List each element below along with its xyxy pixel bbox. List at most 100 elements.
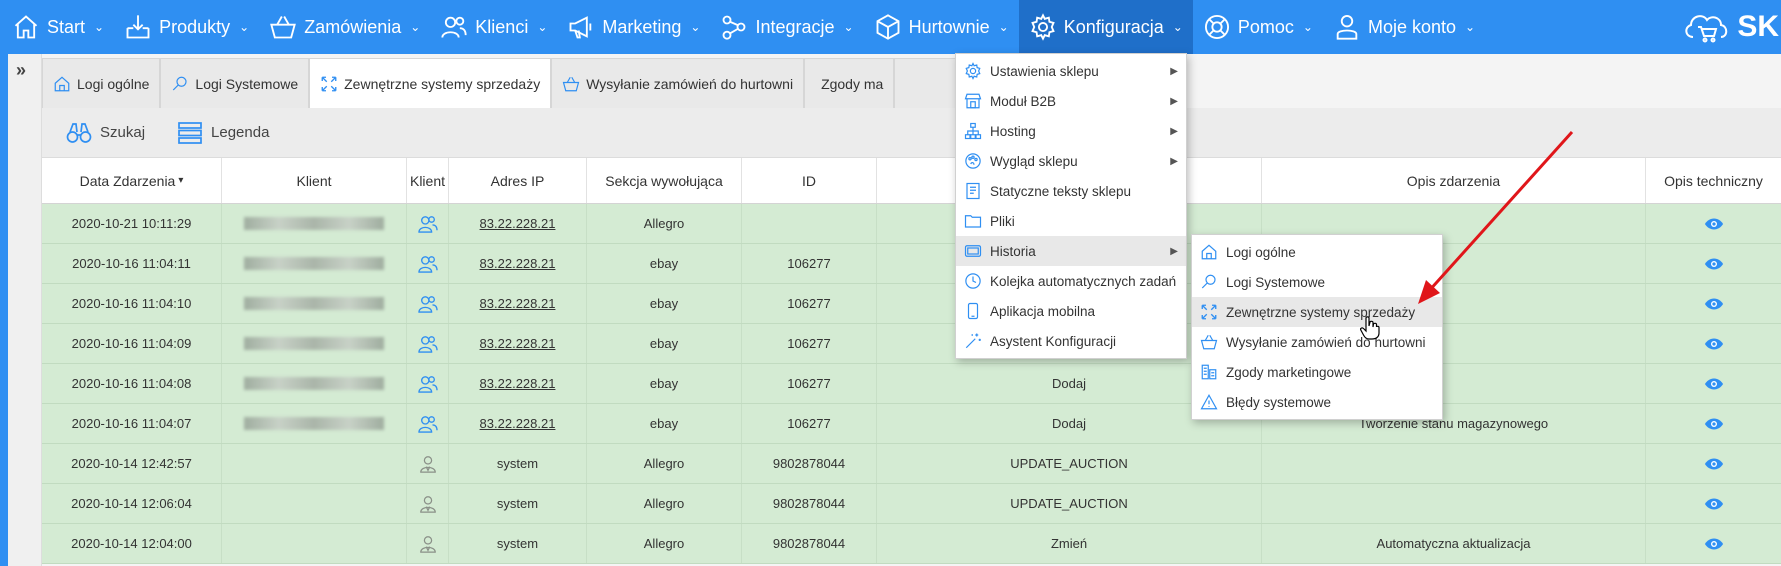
view-details-button[interactable] (1646, 244, 1781, 283)
cell-client-type[interactable] (407, 444, 449, 483)
brand-logo[interactable]: SK (1681, 0, 1781, 54)
search-button[interactable]: Szukaj (66, 121, 145, 145)
nav-produkty-label: Produkty (159, 16, 231, 37)
cell-ip: system (449, 484, 587, 523)
history-menu-item[interactable]: Błędy systemowe (1192, 387, 1442, 417)
cell-client-type[interactable] (407, 284, 449, 323)
config-menu-item[interactable]: Hosting ▶ (956, 116, 1186, 146)
table-header: Data Zdarzenia ▾ Klient Klient Adres IP S… (42, 158, 1781, 204)
history-menu-item[interactable]: Wysyłanie zamówień do hurtowni (1192, 327, 1442, 357)
table-row[interactable]: 2020-10-21 10:11:29 83.22.228.21 Allegro (42, 204, 1781, 244)
nav-konfiguracja-label: Konfiguracja (1063, 16, 1164, 37)
col-client[interactable]: Klient (222, 158, 407, 203)
basket-icon (270, 16, 297, 39)
menu-item-label: Wysyłanie zamówień do hurtowni (1226, 334, 1426, 350)
table-row[interactable]: 2020-10-16 11:04:08 83.22.228.21 ebay 10627… (42, 364, 1781, 404)
menu-item-label: Statyczne teksty sklepu (990, 183, 1132, 199)
expand-sidebar-icon[interactable]: » (16, 60, 26, 81)
cell-ip[interactable]: 83.22.228.21 (449, 204, 587, 243)
eye-icon (1704, 498, 1723, 509)
left-accent (0, 54, 8, 566)
cell-date: 2020-10-16 11:04:11 (42, 244, 222, 283)
cell-ip[interactable]: 83.22.228.21 (449, 284, 587, 323)
view-details-button[interactable] (1646, 404, 1781, 443)
menu-item-label: Pliki (990, 213, 1015, 229)
cell-client-type[interactable] (407, 524, 449, 563)
view-details-button[interactable] (1646, 204, 1781, 243)
nav-integracje[interactable]: Integracje ⌄ (710, 0, 863, 54)
config-menu-item[interactable]: Moduł B2B ▶ (956, 86, 1186, 116)
config-menu-item[interactable]: Ustawienia sklepu ▶ (956, 56, 1186, 86)
col-client-type[interactable]: Klient (407, 158, 449, 203)
cell-client-type[interactable] (407, 244, 449, 283)
cell-section: ebay (587, 364, 742, 403)
history-menu-item[interactable]: Zgody marketingowe (1192, 357, 1442, 387)
view-details-button[interactable] (1646, 324, 1781, 363)
nav-pomoc[interactable]: Pomoc ⌄ (1193, 0, 1323, 54)
menu-item-label: Historia (990, 243, 1036, 259)
hand-cursor-icon (1360, 316, 1380, 340)
table-row[interactable]: 2020-10-14 12:04:00 system Allegro 98028780… (42, 524, 1781, 564)
warning-icon (1200, 394, 1218, 410)
tab-logi-systemowe[interactable]: Logi Systemowe (160, 58, 310, 108)
cell-client-type[interactable] (407, 484, 449, 523)
config-menu-item[interactable]: Pliki (956, 206, 1186, 236)
table-row[interactable]: 2020-10-16 11:04:11 83.22.228.21 ebay 10627… (42, 244, 1781, 284)
history-menu-item[interactable]: Logi Systemowe (1192, 267, 1442, 297)
cell-ip[interactable]: 83.22.228.21 (449, 364, 587, 403)
config-menu-item[interactable]: Asystent Konfiguracji (956, 326, 1186, 356)
tab-zewnetrzne-systemy[interactable]: Zewnętrzne systemy sprzedaży (309, 58, 552, 108)
table-row[interactable]: 2020-10-16 11:04:10 83.22.228.21 ebay 10627… (42, 284, 1781, 324)
col-date[interactable]: Data Zdarzenia ▾ (42, 158, 222, 203)
table-row[interactable]: 2020-10-14 12:06:04 system Allegro 98028780… (42, 484, 1781, 524)
tab-logi-ogolne[interactable]: Logi ogólne (42, 58, 161, 108)
nav-hurtownie[interactable]: Hurtownie ⌄ (864, 0, 1019, 54)
cell-client-type[interactable] (407, 364, 449, 403)
cell-ip[interactable]: 83.22.228.21 (449, 244, 587, 283)
col-description[interactable]: Opis zdarzenia (1262, 158, 1646, 203)
cell-id: 106277 (742, 244, 877, 283)
col-tech[interactable]: Opis techniczny (1646, 158, 1781, 203)
nav-klienci[interactable]: Klienci ⌄ (430, 0, 557, 54)
settings-icon (965, 62, 981, 80)
client-user-icon (417, 295, 438, 313)
tab-zgody[interactable]: Zgody ma (804, 58, 895, 108)
table-row[interactable]: 2020-10-14 12:42:57 system Allegro 98028780… (42, 444, 1781, 484)
tab-wysylanie-zamowien[interactable]: Wysyłanie zamówień do hurtowni (551, 58, 805, 108)
cell-date: 2020-10-14 12:42:57 (42, 444, 222, 483)
col-id[interactable]: ID (742, 158, 877, 203)
config-menu-item[interactable]: Kolejka automatycznych zadań (956, 266, 1186, 296)
cell-client-type[interactable] (407, 204, 449, 243)
text-file-icon (966, 182, 980, 200)
view-details-button[interactable] (1646, 444, 1781, 483)
cell-client-type[interactable] (407, 404, 449, 443)
table-body: 2020-10-21 10:11:29 83.22.228.21 Allegro 20… (42, 204, 1781, 564)
view-details-button[interactable] (1646, 484, 1781, 523)
config-menu-item[interactable]: Statyczne teksty sklepu (956, 176, 1186, 206)
cell-ip[interactable]: 83.22.228.21 (449, 404, 587, 443)
nav-produkty[interactable]: Produkty ⌄ (114, 0, 259, 54)
nav-marketing[interactable]: Marketing ⌄ (557, 0, 710, 54)
cell-client-type[interactable] (407, 324, 449, 363)
view-details-button[interactable] (1646, 364, 1781, 403)
table-row[interactable]: 2020-10-16 11:04:07 83.22.228.21 ebay 10627… (42, 404, 1781, 444)
config-menu-item[interactable]: Wygląd sklepu ▶ (956, 146, 1186, 176)
config-menu-item[interactable]: Historia ▶ (956, 236, 1186, 266)
config-menu-item[interactable]: Aplikacja mobilna (956, 296, 1186, 326)
nav-start[interactable]: Start ⌄ (2, 0, 114, 54)
cell-description (1262, 444, 1646, 483)
col-ip[interactable]: Adres IP (449, 158, 587, 203)
nav-zamowienia[interactable]: Zamówienia ⌄ (259, 0, 430, 54)
history-menu-item[interactable]: Zewnętrzne systemy sprzedaży (1192, 297, 1442, 327)
cell-action: UPDATE_AUCTION (877, 444, 1262, 483)
table-row[interactable]: 2020-10-16 11:04:09 83.22.228.21 ebay 10627… (42, 324, 1781, 364)
view-details-button[interactable] (1646, 524, 1781, 563)
legend-button[interactable]: Legenda (177, 121, 269, 145)
view-details-button[interactable] (1646, 284, 1781, 323)
nav-konfiguracja[interactable]: Konfiguracja ⌄ (1018, 0, 1193, 54)
cell-ip[interactable]: 83.22.228.21 (449, 324, 587, 363)
history-menu-item[interactable]: Logi ogólne (1192, 237, 1442, 267)
nav-moje-konto[interactable]: Moje konto ⌄ (1323, 0, 1485, 54)
expand-arrows-icon (321, 76, 337, 91)
col-section[interactable]: Sekcja wywołująca (587, 158, 742, 203)
